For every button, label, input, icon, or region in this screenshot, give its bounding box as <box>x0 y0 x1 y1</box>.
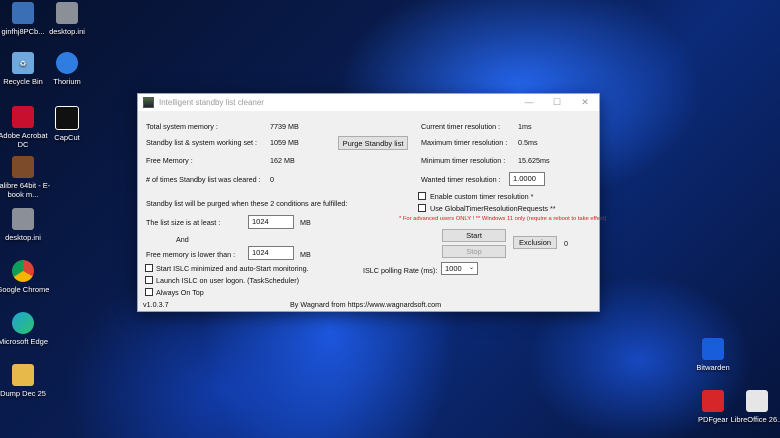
free-memory-label: Free Memory : <box>146 156 193 165</box>
advanced-users-note: * For advanced users ONLY ! ** Windows 1… <box>399 216 607 222</box>
start-minimized-label: Start ISLC minimized and auto-Start moni… <box>156 264 309 273</box>
stop-button[interactable]: Stop <box>442 245 506 258</box>
use-global-timer-label: Use GlobalTimerResolutionRequests ** <box>430 204 556 213</box>
start-button[interactable]: Start <box>442 229 506 242</box>
current-timer-value: 1ms <box>518 122 532 131</box>
exclusion-button[interactable]: Exclusion <box>513 236 557 249</box>
times-cleared-label: # of times Standby list was cleared : <box>146 175 261 184</box>
desktop-ini-icon-2 <box>12 208 34 230</box>
standby-list-label: Standby list & system working set : <box>146 138 258 147</box>
total-memory-label: Total system memory : <box>146 122 218 131</box>
min-timer-label: Minimum timer resolution : <box>421 156 506 165</box>
acrobat-icon <box>12 106 34 128</box>
max-timer-label: Maximum timer resolution : <box>421 138 508 147</box>
enable-custom-timer-label: Enable custom timer resolution * <box>430 192 534 201</box>
folder-icon <box>12 364 34 386</box>
calibre-icon <box>12 156 34 178</box>
free-memory-value: 162 MB <box>270 156 295 165</box>
exclusion-count: 0 <box>564 239 568 248</box>
capcut-icon <box>55 106 79 130</box>
desktop-icon-thorium[interactable]: Thorium <box>38 52 96 86</box>
desktop-icon-label: Bitwarden <box>696 363 730 372</box>
desktop-icon-desktop-ini-2[interactable]: desktop.ini <box>0 208 52 242</box>
desktop-icon-libreoffice[interactable]: LibreOffice 26.2 <box>728 390 780 424</box>
islc-window: Intelligent standby list cleaner — ☐ ✕ T… <box>137 93 606 312</box>
minimize-button[interactable]: — <box>515 97 543 108</box>
desktop-icon-label: Thorium <box>53 77 81 86</box>
desktop-icon-label: Microsoft Edge <box>0 337 49 346</box>
chevron-down-icon: ⌄ <box>468 265 474 271</box>
total-memory-value: 7739 MB <box>270 122 299 131</box>
polling-rate-value: 1000 <box>445 264 462 273</box>
purge-standby-button[interactable]: Purge Standby list <box>338 136 408 150</box>
list-size-unit: MB <box>300 218 311 227</box>
desktop-icon-chrome[interactable]: Google Chrome <box>0 260 52 294</box>
max-timer-value: 0.5ms <box>518 138 538 147</box>
min-timer-value: 15.625ms <box>518 156 550 165</box>
free-lower-label: Free memory is lower than : <box>146 250 236 259</box>
file1-icon <box>12 2 34 24</box>
wanted-timer-input[interactable]: 1.0000 <box>509 172 545 186</box>
window-title: Intelligent standby list cleaner <box>159 98 264 107</box>
free-lower-input[interactable]: 1024 <box>248 246 294 260</box>
desktop-icon-desktop-ini[interactable]: desktop.ini <box>38 2 96 36</box>
credit-label: By Wagnard from https://www.wagnardsoft.… <box>290 300 442 309</box>
desktop-icon-edge[interactable]: Microsoft Edge <box>0 312 52 346</box>
conditions-heading: Standby list will be purged when these 2… <box>146 199 348 208</box>
desktop-icon-label: calibre 64bit - E-book m... <box>0 181 51 199</box>
desktop-icon-bitwarden[interactable]: Bitwarden <box>684 338 742 372</box>
desktop-icon-label: desktop.ini <box>49 27 85 36</box>
and-label: And <box>176 235 189 244</box>
list-size-input[interactable]: 1024 <box>248 215 294 229</box>
pdfgear-icon <box>702 390 724 412</box>
desktop-icon-label: Google Chrome <box>0 285 50 294</box>
desktop-icon-label: CapCut <box>54 133 80 142</box>
islc-app-icon <box>143 97 154 108</box>
standby-list-value: 1059 MB <box>270 138 299 147</box>
times-cleared-value: 0 <box>270 175 274 184</box>
always-on-top-checkbox[interactable] <box>145 288 153 296</box>
start-minimized-checkbox[interactable] <box>145 264 153 272</box>
title-bar[interactable]: Intelligent standby list cleaner — ☐ ✕ <box>138 94 599 111</box>
edge-icon <box>12 312 34 334</box>
enable-custom-timer-checkbox[interactable] <box>418 192 426 200</box>
desktop-icon-dump-folder[interactable]: Dump Dec 25 <box>0 364 52 398</box>
chrome-icon <box>12 260 34 282</box>
polling-rate-select[interactable]: 1000 ⌄ <box>441 262 478 275</box>
list-size-label: The list size is at least : <box>146 218 221 227</box>
thorium-icon <box>56 52 78 74</box>
version-label: v1.0.3.7 <box>143 300 169 309</box>
bitwarden-icon <box>702 338 724 360</box>
desktop-icon-label: Dump Dec 25 <box>0 389 46 398</box>
free-lower-unit: MB <box>300 250 311 259</box>
launch-logon-checkbox[interactable] <box>145 276 153 284</box>
close-button[interactable]: ✕ <box>571 97 599 108</box>
desktop-icon-label: LibreOffice 26.2 <box>730 415 780 424</box>
desktop-icon-label: desktop.ini <box>5 233 41 242</box>
maximize-button[interactable]: ☐ <box>543 97 571 108</box>
polling-rate-label: ISLC polling Rate (ms): <box>363 266 438 275</box>
libreoffice-icon <box>746 390 768 412</box>
use-global-timer-checkbox[interactable] <box>418 204 426 212</box>
current-timer-label: Current timer resolution : <box>421 122 501 131</box>
wanted-timer-label: Wanted timer resolution : <box>421 175 501 184</box>
desktop-icon-capcut[interactable]: CapCut <box>38 106 96 142</box>
recycle-bin-icon: ♻ <box>12 52 34 74</box>
desktop-icon-calibre[interactable]: calibre 64bit - E-book m... <box>0 156 52 199</box>
desktop-ini-icon <box>56 2 78 24</box>
always-on-top-label: Always On Top <box>156 288 204 297</box>
launch-logon-label: Launch ISLC on user logon. (TaskSchedule… <box>156 276 300 285</box>
